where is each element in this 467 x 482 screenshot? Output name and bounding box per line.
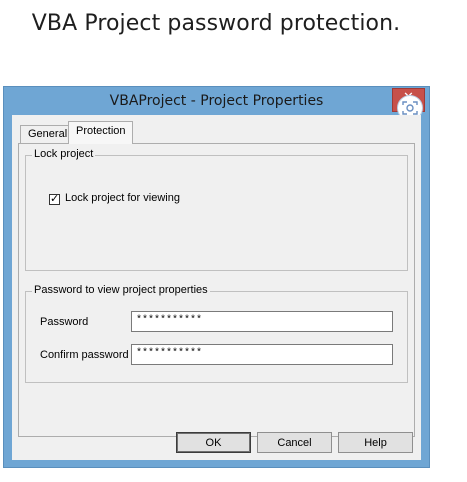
ok-button[interactable]: OK — [176, 432, 251, 453]
tab-general[interactable]: General — [20, 125, 75, 143]
protection-tab-panel: Lock project ✓ Lock project for viewing … — [18, 143, 415, 437]
password-group-label: Password to view project properties — [32, 284, 210, 296]
dialog-client: General Protection Lock project ✓ Lock p… — [12, 115, 421, 460]
cancel-button[interactable]: Cancel — [257, 432, 332, 453]
password-field[interactable]: *********** — [131, 311, 393, 332]
password-label: Password — [40, 316, 89, 328]
confirm-password-label: Confirm password — [40, 349, 129, 361]
lock-project-group: Lock project ✓ Lock project for viewing — [25, 148, 408, 271]
lock-project-checkbox-label[interactable]: Lock project for viewing — [65, 192, 180, 204]
title-bar[interactable]: VBAProject - Project Properties ✕ — [4, 87, 429, 121]
lock-project-checkbox[interactable]: ✓ — [49, 192, 60, 205]
lock-project-group-label: Lock project — [32, 148, 96, 160]
page-caption: VBA Project password protection. — [31, 11, 401, 36]
confirm-password-field[interactable]: *********** — [131, 344, 393, 365]
tab-protection[interactable]: Protection — [68, 121, 133, 144]
project-properties-window: VBAProject - Project Properties ✕ Genera… — [3, 86, 430, 468]
help-button[interactable]: Help — [338, 432, 413, 453]
window-title: VBAProject - Project Properties — [109, 93, 324, 109]
password-group: Password to view project properties Pass… — [25, 284, 408, 383]
checkmark-icon: ✓ — [50, 192, 60, 205]
